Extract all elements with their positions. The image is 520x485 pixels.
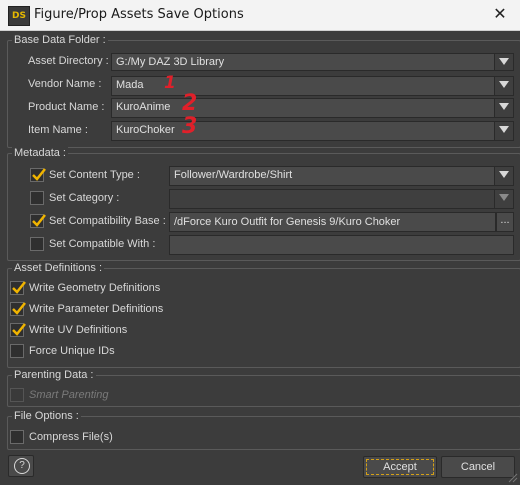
asset-directory-label: Asset Directory :: [28, 55, 109, 67]
annotation-3: 3: [182, 114, 198, 139]
product-name-label: Product Name :: [28, 101, 105, 113]
set-compatibility-base-checkbox[interactable]: [30, 214, 46, 228]
help-icon: ?: [14, 458, 30, 474]
window-title: Figure/Prop Assets Save Options: [34, 7, 244, 22]
title-bar: DS Figure/Prop Assets Save Options ✕: [0, 0, 520, 31]
checkmark-icon: [32, 168, 46, 181]
set-compatibility-base-label: Set Compatibility Base :: [49, 215, 166, 227]
smart-parenting-checkbox[interactable]: [10, 388, 24, 402]
write-parameter-definitions-checkbox[interactable]: [10, 302, 26, 316]
chevron-down-icon[interactable]: [494, 54, 513, 70]
chevron-down-icon[interactable]: [494, 122, 513, 140]
file-options-title: File Options :: [12, 410, 81, 422]
category-combo[interactable]: [169, 189, 514, 209]
write-uv-definitions-checkbox[interactable]: [10, 323, 26, 337]
compatibility-base-value: /dForce Kuro Outfit for Genesis 9/Kuro C…: [174, 216, 401, 228]
asset-directory-value: G:/My DAZ 3D Library: [116, 56, 225, 68]
vendor-name-label: Vendor Name :: [28, 78, 102, 90]
chevron-down-icon[interactable]: [494, 77, 513, 95]
content-type-value: Follower/Wardrobe/Shirt: [174, 169, 293, 181]
set-compatible-with-checkbox[interactable]: [30, 237, 44, 251]
compatible-with-field[interactable]: [169, 235, 514, 255]
write-uv-definitions-label: Write UV Definitions: [29, 324, 128, 336]
content-type-combo[interactable]: Follower/Wardrobe/Shirt: [169, 166, 514, 186]
help-button[interactable]: ?: [8, 455, 34, 477]
set-category-checkbox[interactable]: [30, 191, 44, 205]
checkmark-icon: [12, 323, 26, 336]
force-unique-ids-label: Force Unique IDs: [29, 345, 115, 357]
compatibility-base-field[interactable]: /dForce Kuro Outfit for Genesis 9/Kuro C…: [169, 212, 496, 232]
write-parameter-definitions-label: Write Parameter Definitions: [29, 303, 164, 315]
set-compatible-with-label: Set Compatible With :: [49, 238, 156, 250]
chevron-down-icon[interactable]: [494, 99, 513, 117]
checkmark-icon: [12, 281, 26, 294]
write-geometry-definitions-label: Write Geometry Definitions: [29, 282, 161, 294]
annotation-2: 2: [182, 91, 198, 116]
item-name-combo[interactable]: KuroChoker: [111, 121, 514, 141]
daz-studio-app-icon: DS: [8, 6, 30, 26]
checkmark-icon: [32, 214, 46, 227]
write-geometry-definitions-checkbox[interactable]: [10, 281, 26, 295]
resize-grip-icon[interactable]: [508, 473, 518, 483]
set-category-label: Set Category :: [49, 192, 120, 204]
chevron-down-icon[interactable]: [494, 167, 513, 185]
vendor-name-value: Mada: [116, 79, 144, 91]
metadata-title: Metadata :: [12, 147, 68, 159]
parenting-data-title: Parenting Data :: [12, 369, 96, 381]
force-unique-ids-checkbox[interactable]: [10, 344, 24, 358]
asset-definitions-title: Asset Definitions :: [12, 262, 105, 274]
close-button[interactable]: ✕: [480, 0, 520, 30]
compress-files-label: Compress File(s): [29, 431, 113, 443]
set-content-type-checkbox[interactable]: [30, 168, 46, 182]
asset-directory-combo[interactable]: G:/My DAZ 3D Library: [111, 53, 514, 71]
smart-parenting-label: Smart Parenting: [29, 389, 109, 401]
item-name-label: Item Name :: [28, 124, 88, 136]
item-name-value: KuroChoker: [116, 124, 175, 136]
chevron-down-icon[interactable]: [494, 190, 513, 208]
cancel-button[interactable]: Cancel: [441, 456, 515, 478]
product-name-combo[interactable]: KuroAnime: [111, 98, 514, 118]
set-content-type-label: Set Content Type :: [49, 169, 140, 181]
annotation-1: 1: [164, 73, 176, 93]
base-data-folder-title: Base Data Folder :: [12, 34, 108, 46]
checkmark-icon: [12, 302, 26, 315]
compatibility-base-browse-button[interactable]: ...: [496, 212, 514, 232]
accept-button[interactable]: Accept: [363, 456, 437, 478]
product-name-value: KuroAnime: [116, 101, 171, 113]
compress-files-checkbox[interactable]: [10, 430, 24, 444]
